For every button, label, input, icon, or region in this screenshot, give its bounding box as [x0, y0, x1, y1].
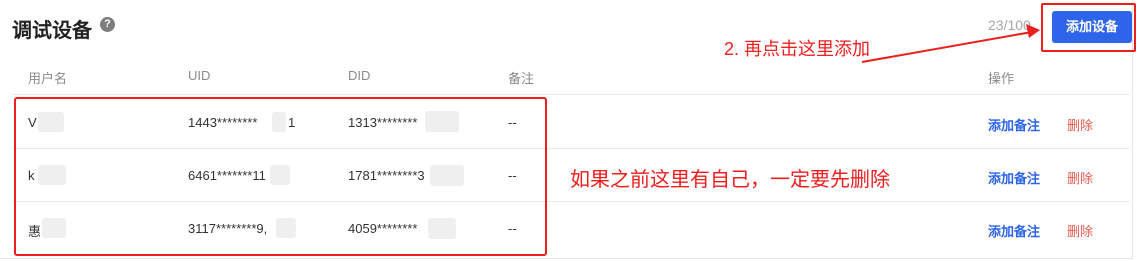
arrow-annotation	[861, 24, 1040, 63]
arrow-head-icon	[1026, 24, 1040, 38]
arrow-line	[861, 31, 1033, 63]
